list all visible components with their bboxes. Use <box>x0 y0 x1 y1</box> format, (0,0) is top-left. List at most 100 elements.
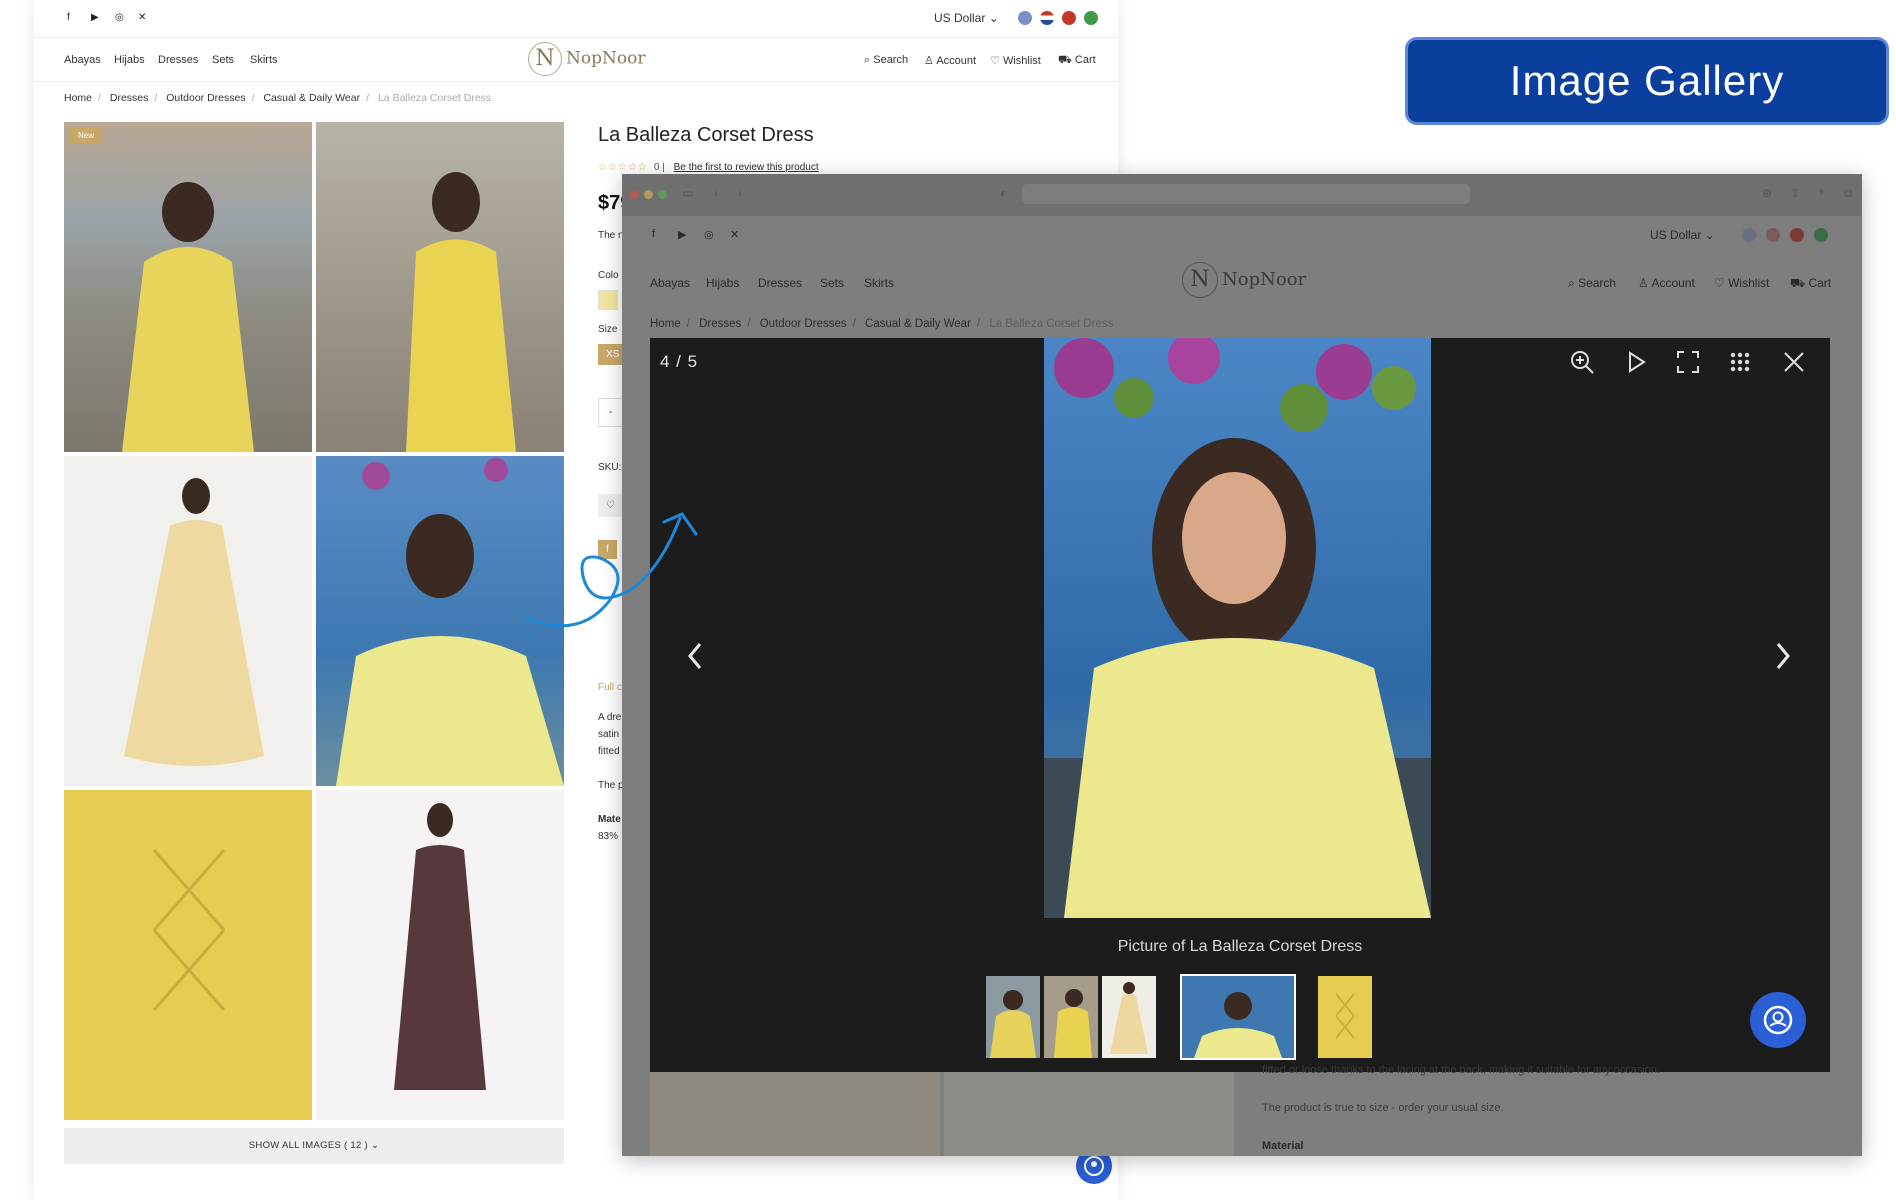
material-heading: Mate <box>598 814 621 825</box>
thumbnail-5[interactable] <box>1318 976 1372 1058</box>
logo[interactable]: N NopNoor <box>528 42 645 76</box>
s-breadcrumb-current: La Balleza Corset Dress <box>989 318 1114 330</box>
sidebar-icon[interactable]: ▭ <box>682 186 693 200</box>
share-icon[interactable]: ⇪ <box>1790 186 1800 200</box>
flag-red-icon[interactable] <box>1062 11 1076 25</box>
color-swatch[interactable] <box>598 290 618 310</box>
s-breadcrumb-outdoor-dresses[interactable]: Outdoor Dresses <box>760 318 847 330</box>
s-nav-abayas[interactable]: Abayas <box>650 276 690 290</box>
s-breadcrumb: Home / Dresses / Outdoor Dresses / Casual &… <box>650 318 1114 330</box>
s-size-note: The product is true to size - order your… <box>1262 1102 1504 1114</box>
show-all-images-button[interactable]: SHOW ALL IMAGES ( 12 ) ⌄ <box>64 1128 564 1164</box>
s-facebook-icon[interactable]: f <box>652 228 655 240</box>
gallery-image-3[interactable] <box>64 456 312 786</box>
flag-nl-icon[interactable] <box>1040 11 1054 25</box>
nav-dresses[interactable]: Dresses <box>158 54 198 66</box>
shield-icon[interactable]: ◐ <box>1000 186 1007 200</box>
s-x-icon[interactable]: ✕ <box>730 228 739 241</box>
s-logo-mark-icon: N <box>1182 262 1218 298</box>
cart-button[interactable]: ⛟ Cart <box>1058 54 1096 68</box>
s-nav-skirts[interactable]: Skirts <box>864 276 894 290</box>
window-close-dot[interactable] <box>630 190 639 199</box>
main-navigation: Abayas Hijabs Dresses Sets Skirts N NopNo… <box>34 38 1118 82</box>
gallery-image-6[interactable] <box>316 790 564 1120</box>
s-search-button[interactable]: ⌕ Search <box>1568 276 1616 291</box>
lightbox-main-image[interactable] <box>1044 338 1431 918</box>
flag-sa-icon[interactable] <box>1084 11 1098 25</box>
s-flag-us-icon[interactable] <box>1742 228 1756 242</box>
wishlist-button[interactable]: ♡ Wishlist <box>990 54 1041 67</box>
description-line-1: A dre <box>598 712 622 723</box>
previous-arrow-icon[interactable] <box>680 636 710 676</box>
currency-selector[interactable]: US Dollar ⌄ <box>934 11 999 25</box>
next-arrow-icon[interactable] <box>1768 636 1798 676</box>
x-icon[interactable]: ✕ <box>138 12 146 23</box>
youtube-icon[interactable]: ▶ <box>91 12 99 23</box>
search-button[interactable]: ⌕ Search <box>864 54 908 67</box>
s-nav-sets[interactable]: Sets <box>820 276 844 290</box>
gallery-image-5[interactable] <box>64 790 312 1120</box>
gallery-image-2[interactable] <box>316 122 564 452</box>
full-description-tab[interactable]: Full c <box>598 682 622 693</box>
thumbnail-1[interactable] <box>986 976 1040 1058</box>
tabs-icon[interactable]: ⧉ <box>1844 186 1853 201</box>
gallery-image-1[interactable]: New <box>64 122 312 452</box>
facebook-icon[interactable]: f <box>67 12 70 23</box>
s-youtube-icon[interactable]: ▶ <box>678 228 686 241</box>
s-logo[interactable]: N NopNoor <box>1182 262 1306 298</box>
instagram-icon[interactable]: ◎ <box>115 12 124 23</box>
s-heart-icon: ♡ <box>1714 276 1725 290</box>
flag-us-icon[interactable] <box>1018 11 1032 25</box>
nav-abayas[interactable]: Abayas <box>64 54 101 66</box>
description-line-3: fitted <box>598 746 620 757</box>
zoom-in-icon[interactable] <box>1568 348 1596 376</box>
s-cart-button[interactable]: ⛟ Cart <box>1790 276 1831 292</box>
new-tab-icon[interactable]: + <box>1818 184 1825 198</box>
close-icon[interactable] <box>1780 348 1808 376</box>
rating-row: ☆☆☆☆☆ 0 | Be the first to review this pro… <box>598 162 819 173</box>
s-account-button[interactable]: ♙ Account <box>1638 276 1695 290</box>
s-breadcrumb-dresses[interactable]: Dresses <box>699 318 741 330</box>
breadcrumb-casual[interactable]: Casual & Daily Wear <box>263 92 360 104</box>
thumbnail-4-active[interactable] <box>1180 974 1296 1060</box>
review-link[interactable]: Be the first to review this product <box>674 162 819 173</box>
dress-photo-3 <box>124 478 264 766</box>
s-instagram-icon[interactable]: ◎ <box>704 228 714 241</box>
s-nav-dresses[interactable]: Dresses <box>758 276 802 290</box>
account-button[interactable]: ♙ Account <box>924 54 976 67</box>
image-gallery-label: Image Gallery <box>1405 37 1889 125</box>
dress-photo-main <box>1044 338 1431 918</box>
window-zoom-dot[interactable] <box>658 190 667 199</box>
logo-mark-icon: N <box>528 42 562 76</box>
s-breadcrumb-home[interactable]: Home <box>650 318 681 330</box>
s-user-icon: ♙ <box>1638 276 1649 290</box>
s-wishlist-button[interactable]: ♡ Wishlist <box>1714 276 1769 290</box>
back-arrow-icon[interactable]: ‹ <box>714 186 718 200</box>
nav-hijabs[interactable]: Hijabs <box>114 54 145 66</box>
s-breadcrumb-casual[interactable]: Casual & Daily Wear <box>865 318 971 330</box>
fullscreen-icon[interactable] <box>1674 348 1702 376</box>
thumbnail-2[interactable] <box>1044 976 1098 1058</box>
play-icon[interactable] <box>1622 348 1650 376</box>
s-nav-hijabs[interactable]: Hijabs <box>706 276 739 290</box>
grid-icon[interactable] <box>1726 348 1754 376</box>
s-gallery-image-bottom-2 <box>944 1072 1234 1156</box>
window-minimize-dot[interactable] <box>644 190 653 199</box>
color-label: Colo <box>598 270 619 281</box>
breadcrumb-outdoor-dresses[interactable]: Outdoor Dresses <box>166 92 245 104</box>
lacing-detail-photo <box>152 849 226 1011</box>
s-currency-selector[interactable]: US Dollar ⌄ <box>1650 228 1715 242</box>
s-flag-nl-icon[interactable] <box>1766 228 1780 242</box>
lightbox-support-button[interactable] <box>1750 992 1806 1048</box>
address-bar[interactable] <box>1022 184 1470 204</box>
breadcrumb-dresses[interactable]: Dresses <box>110 92 149 104</box>
download-icon[interactable]: ⊕ <box>1762 186 1772 200</box>
s-flag-red-icon[interactable] <box>1790 228 1804 242</box>
forward-arrow-icon[interactable]: › <box>738 186 742 200</box>
nav-skirts[interactable]: Skirts <box>250 54 278 66</box>
thumbnail-3[interactable] <box>1102 976 1156 1058</box>
quantity-minus-button[interactable]: - <box>598 398 624 427</box>
s-flag-sa-icon[interactable] <box>1814 228 1828 242</box>
nav-sets[interactable]: Sets <box>212 54 234 66</box>
breadcrumb-home[interactable]: Home <box>64 92 92 104</box>
